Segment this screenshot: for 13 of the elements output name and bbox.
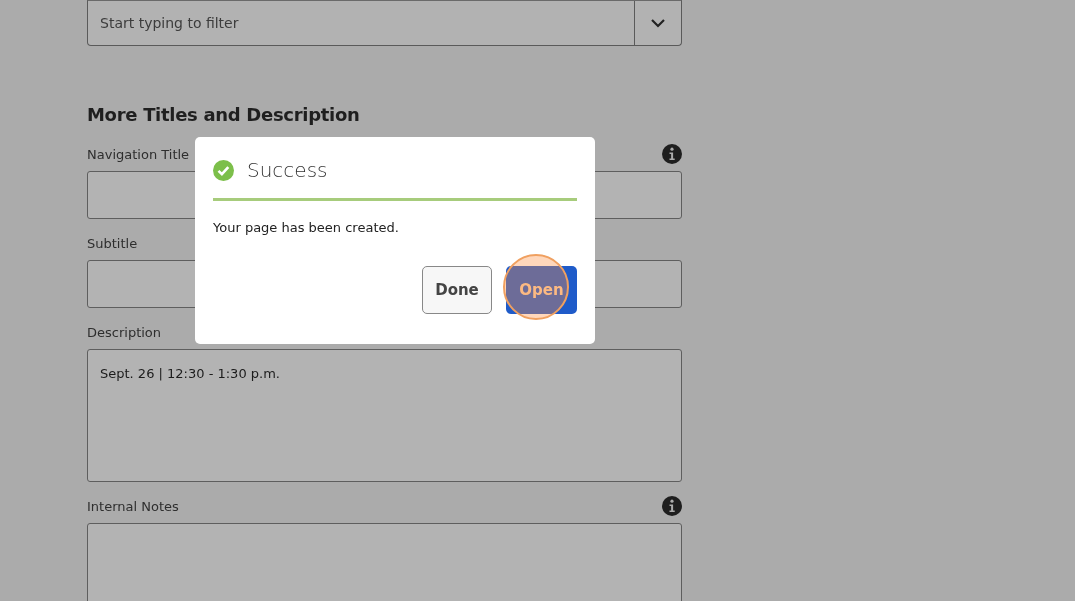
section-heading: More Titles and Description bbox=[87, 104, 361, 125]
field-label: Description bbox=[87, 324, 162, 340]
dialog-title: Success bbox=[247, 158, 328, 182]
dialog-message: Your page has been created. bbox=[213, 220, 400, 235]
field-label: Subtitle bbox=[87, 235, 138, 251]
checkmark-circle-icon bbox=[213, 159, 234, 181]
info-icon[interactable] bbox=[662, 496, 682, 516]
info-icon[interactable] bbox=[662, 144, 682, 164]
field-label: Internal Notes bbox=[87, 498, 179, 514]
done-button[interactable]: Done bbox=[422, 266, 492, 314]
field-label: Navigation Title bbox=[87, 146, 190, 162]
chevron-down-icon bbox=[650, 18, 666, 28]
text-area[interactable]: Sept. 26 | 12:30 - 1:30 p.m. bbox=[87, 349, 682, 482]
